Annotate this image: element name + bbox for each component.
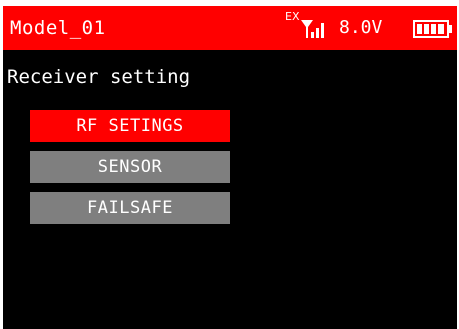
- menu-item-label: FAILSAFE: [87, 198, 173, 218]
- menu-item-label: SENSOR: [97, 157, 163, 177]
- signal-bars-icon: [301, 20, 324, 38]
- page-title: Receiver setting: [7, 66, 191, 88]
- telemetry-ex-label: EX: [285, 10, 300, 23]
- menu-item-label: RF SETINGS: [76, 116, 184, 136]
- menu-item-sensor[interactable]: SENSOR: [30, 151, 230, 183]
- receiver-settings-menu: RF SETINGS SENSOR FAILSAFE: [30, 110, 230, 233]
- battery-voltage: 8.0V: [339, 17, 383, 38]
- transmitter-screen: Model_01 EX 8.0V Receiver setting RF SET…: [3, 6, 457, 329]
- battery-icon: [413, 20, 452, 38]
- menu-item-rf-settings[interactable]: RF SETINGS: [30, 110, 230, 142]
- model-name[interactable]: Model_01: [10, 17, 106, 39]
- status-bar: Model_01 EX 8.0V: [3, 6, 457, 50]
- menu-item-failsafe[interactable]: FAILSAFE: [30, 192, 230, 224]
